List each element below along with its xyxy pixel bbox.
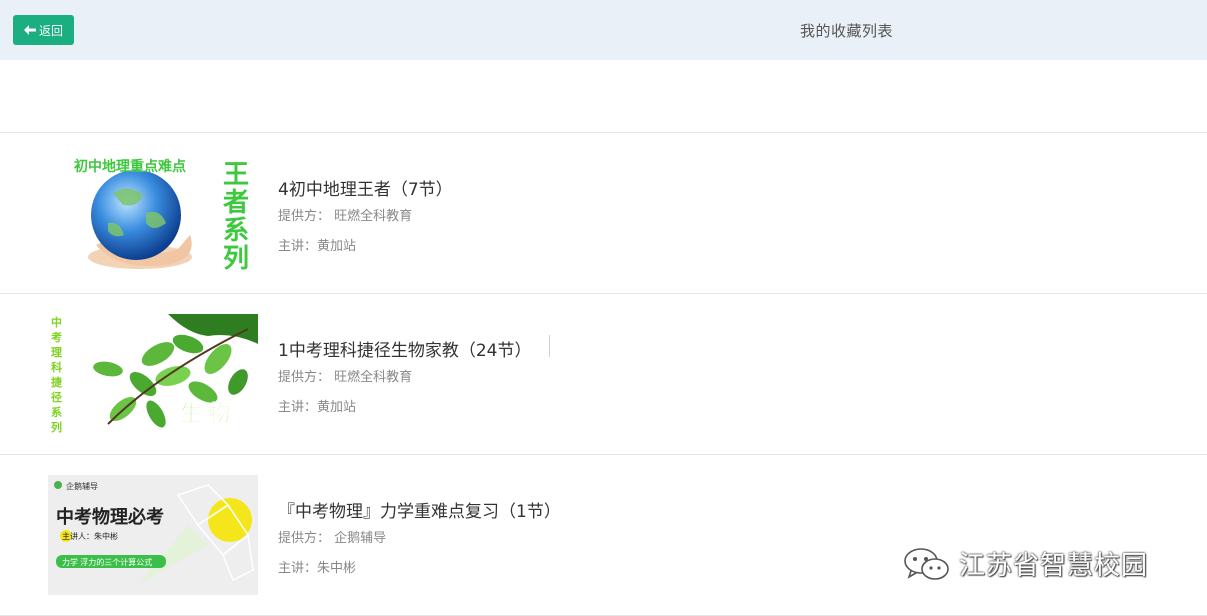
thumbnail-side-char: 列: [51, 420, 62, 434]
thumbnail-side-char: 者: [223, 187, 249, 217]
course-teacher: 主讲：朱中彬: [278, 561, 357, 576]
course-thumbnail: 初中地理重点难点 王 者 系 列: [48, 153, 258, 273]
thumbnail-side-char: 科: [51, 360, 62, 374]
course-title[interactable]: 4初中地理王者（7节）: [278, 175, 453, 200]
thumbnail-side-char: 系: [51, 405, 62, 419]
course-thumbnail: 企鹅辅导 中考物理必考 主讲人：朱中彬 力学 浮力的三个计算公式: [48, 475, 258, 595]
course-provider: 提供方： 旺燃全科教育: [278, 370, 413, 385]
course-title[interactable]: 『中考物理』力学重难点复习（1节）: [278, 497, 561, 522]
watermark-text: 江苏省智慧校园: [959, 551, 1149, 581]
page-title: 我的收藏列表: [800, 22, 894, 40]
thumbnail-top-text: 初中地理重点难点: [74, 158, 186, 174]
thumbnail-side-char: 理: [51, 346, 62, 359]
course-title[interactable]: 1中考理科捷径生物家教（24节）: [278, 336, 531, 361]
arrow-left-icon: [23, 25, 36, 35]
thumbnail-brand: 企鹅辅导: [66, 481, 98, 491]
thumbnail-side-char: 径: [51, 390, 62, 404]
thumbnail-side-char: 系: [223, 215, 249, 245]
thumbnail-side-char: 列: [223, 243, 249, 273]
course-list-item[interactable]: 企鹅辅导 中考物理必考 主讲人：朱中彬 力学 浮力的三个计算公式 『中考物理』力…: [0, 455, 1207, 615]
thumbnail-word: 生 物: [180, 401, 230, 426]
course-provider: 提供方： 企鹅辅导: [278, 531, 387, 546]
course-provider: 提供方： 旺燃全科教育: [278, 209, 413, 224]
thumbnail-side-char: 捷: [51, 375, 63, 389]
thumbnail-lecturer: 主讲人：朱中彬: [62, 531, 118, 541]
wechat-icon: [904, 547, 949, 580]
text-cursor: [549, 335, 550, 357]
course-teacher: 主讲：黄加站: [278, 400, 357, 415]
thumbnail-side-char: 考: [51, 330, 62, 344]
back-button-label: 返回: [38, 23, 63, 38]
thumbnail-side-char: 王: [223, 159, 249, 189]
course-list-item[interactable]: 中 考 理 科 捷 径 系 列 生 物 1中考理科捷径生物家教（24节） 提供方…: [0, 294, 1207, 454]
top-bar: 返回 我的收藏列表: [0, 0, 1207, 60]
thumbnail-side-char: 中: [51, 315, 62, 329]
back-button[interactable]: 返回: [13, 15, 74, 45]
thumbnail-headline: 中考物理必考: [56, 506, 164, 527]
course-list-item[interactable]: 初中地理重点难点 王 者 系 列 4初中地理王者（7节） 提供方： 旺燃全科教育…: [0, 133, 1207, 293]
course-thumbnail: 中 考 理 科 捷 径 系 列 生 物: [48, 314, 258, 434]
thumbnail-topic: 力学 浮力的三个计算公式: [62, 557, 152, 567]
watermark: 江苏省智慧校园: [903, 545, 1148, 582]
course-teacher: 主讲：黄加站: [278, 239, 357, 254]
